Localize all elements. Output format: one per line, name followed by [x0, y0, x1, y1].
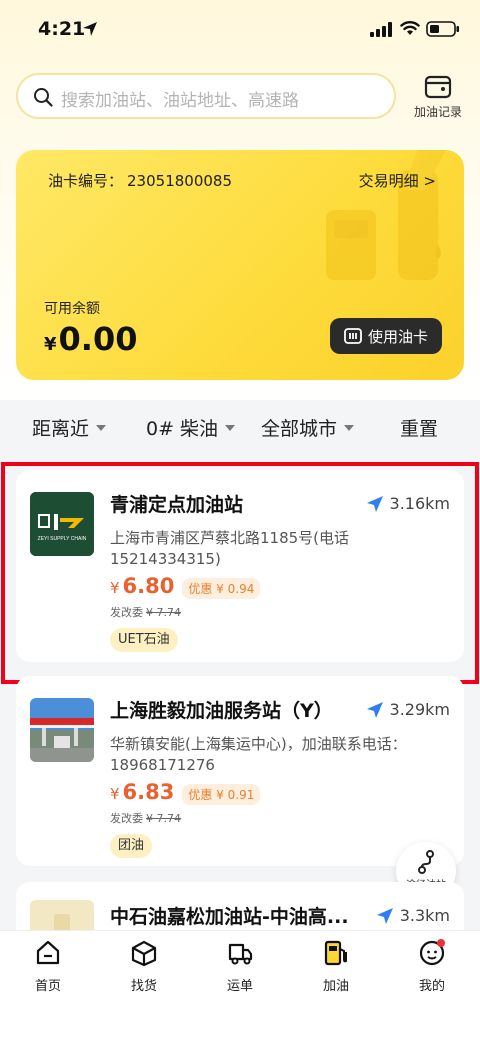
- price-row: ¥ 6.80 优惠 ¥ 0.94: [110, 574, 261, 599]
- logo-text: ZEYI SUPPLY CHAIN: [38, 536, 87, 542]
- station-name: 中石油嘉松加油站-中油高...: [110, 906, 349, 928]
- price-currency: ¥: [110, 785, 120, 803]
- status-bar: 4:21: [0, 0, 480, 60]
- station-address: 上海市青浦区芦蔡北路1185号(电话15214334315): [110, 529, 350, 568]
- search-placeholder: 搜索加油站、油站地址、高速路: [61, 91, 299, 111]
- distance-value: 3.16km: [389, 494, 450, 513]
- nav-refuel-label: 加油: [322, 979, 349, 994]
- station-card[interactable]: ZEYI SUPPLY CHAIN 青浦定点加油站 3.16km 上海市青浦区芦…: [16, 470, 464, 662]
- nav-waybill-label: 运单: [226, 979, 253, 994]
- original-price: 发改委 ¥ 7.74: [110, 604, 181, 620]
- chevron-down-icon: [96, 424, 107, 431]
- price-value: 6.83: [122, 780, 175, 804]
- truck-icon: [228, 943, 253, 965]
- original-price-value: ¥ 7.74: [146, 812, 181, 825]
- notification-dot: [437, 939, 445, 947]
- distance-value: 3.3km: [399, 906, 450, 925]
- station-distance[interactable]: 3.16km: [366, 494, 450, 513]
- original-price: 发改委 ¥ 7.74: [110, 810, 181, 826]
- home-icon: [36, 940, 60, 965]
- brand-tag: 团油: [110, 834, 153, 858]
- navigation-arrow-icon: [376, 907, 393, 924]
- filter-distance[interactable]: 距离近: [32, 414, 107, 441]
- route-icon: [418, 850, 434, 874]
- zeyi-logo-icon: ZEYI SUPPLY CHAIN: [30, 492, 94, 556]
- search-icon: [34, 88, 53, 107]
- nav-find-goods[interactable]: 找货: [109, 939, 179, 994]
- nav-waybill[interactable]: 运单: [205, 939, 275, 994]
- nav-profile[interactable]: 我的: [397, 939, 467, 994]
- signal-icon: [370, 22, 392, 37]
- brand-tag: UET石油: [110, 628, 178, 652]
- station-address: 华新镇安能(上海集运中心)，加油联系电话：18968171276: [110, 735, 407, 774]
- filter-reset-button[interactable]: 重置: [400, 414, 438, 441]
- filter-bar: 距离近 0# 柴油 全部城市 重置: [0, 410, 480, 446]
- card-icon: [344, 328, 362, 344]
- wifi-icon: [400, 21, 420, 35]
- filter-city[interactable]: 全部城市: [261, 414, 355, 441]
- nav-home-label: 首页: [34, 979, 61, 994]
- nav-home[interactable]: 首页: [13, 939, 83, 994]
- box-icon: [131, 940, 157, 967]
- original-price-value: ¥ 7.74: [146, 606, 181, 619]
- station-distance[interactable]: 3.29km: [366, 700, 450, 719]
- balance-currency: ¥: [44, 334, 57, 355]
- balance-value: 0.00: [58, 320, 138, 358]
- balance-amount: ¥0.00: [44, 320, 137, 358]
- location-arrow-icon: [83, 22, 97, 36]
- nav-refuel[interactable]: 加油: [301, 939, 371, 994]
- fuel-icon: [324, 940, 347, 966]
- chevron-down-icon: [225, 424, 236, 431]
- price-value: 6.80: [122, 574, 175, 598]
- gas-station-photo-icon: [30, 698, 94, 762]
- navigation-arrow-icon: [366, 495, 383, 512]
- refuel-record-label: 加油记录: [413, 105, 462, 119]
- discount-badge: 优惠 ¥ 0.94: [182, 578, 261, 599]
- filter-fuel-type[interactable]: 0# 柴油: [146, 414, 236, 441]
- station-photo: [30, 698, 94, 762]
- price-row: ¥ 6.83 优惠 ¥ 0.91: [110, 780, 261, 805]
- station-name: 上海胜毅加油服务站（Y）: [110, 700, 333, 722]
- original-price-label: 发改委: [110, 812, 143, 825]
- original-price-label: 发改委: [110, 606, 143, 619]
- discount-badge: 优惠 ¥ 0.91: [182, 784, 261, 805]
- filter-city-label: 全部城市: [261, 418, 338, 440]
- chevron-down-icon: [344, 424, 355, 431]
- wallet-icon: [424, 75, 452, 99]
- bottom-nav: 首页 找货 运单 加油 我的: [0, 930, 480, 1040]
- fuel-card: 油卡编号： 23051800085 交易明细 > 可用余额 ¥0.00 使用油卡: [16, 150, 464, 380]
- refuel-record-button[interactable]: 加油记录: [408, 72, 468, 124]
- station-card[interactable]: 上海胜毅加油服务站（Y） 3.29km 华新镇安能(上海集运中心)，加油联系电话…: [16, 676, 464, 866]
- status-time: 4:21: [38, 18, 86, 40]
- nav-profile-label: 我的: [418, 979, 445, 994]
- filter-fuel-type-label: 0# 柴油: [146, 418, 219, 440]
- card-number: 油卡编号： 23051800085: [44, 170, 232, 191]
- station-distance[interactable]: 3.3km: [376, 906, 450, 925]
- nav-find-goods-label: 找货: [130, 979, 157, 994]
- transaction-details-link[interactable]: 交易明细 >: [359, 170, 436, 191]
- filter-reset-label: 重置: [400, 418, 439, 440]
- use-card-button[interactable]: 使用油卡: [330, 318, 442, 354]
- battery-icon: [426, 21, 459, 37]
- station-logo: ZEYI SUPPLY CHAIN: [30, 492, 94, 556]
- filter-distance-label: 距离近: [32, 418, 90, 440]
- navigation-arrow-icon: [366, 701, 383, 718]
- balance-label: 可用余额: [44, 301, 100, 317]
- station-name: 青浦定点加油站: [110, 494, 244, 516]
- card-number-value: 23051800085: [127, 172, 232, 190]
- card-number-label: 油卡编号：: [48, 172, 124, 190]
- price-currency: ¥: [110, 579, 120, 597]
- distance-value: 3.29km: [389, 700, 450, 719]
- search-input[interactable]: 搜索加油站、油站地址、高速路: [16, 73, 396, 119]
- use-card-label: 使用油卡: [367, 327, 428, 346]
